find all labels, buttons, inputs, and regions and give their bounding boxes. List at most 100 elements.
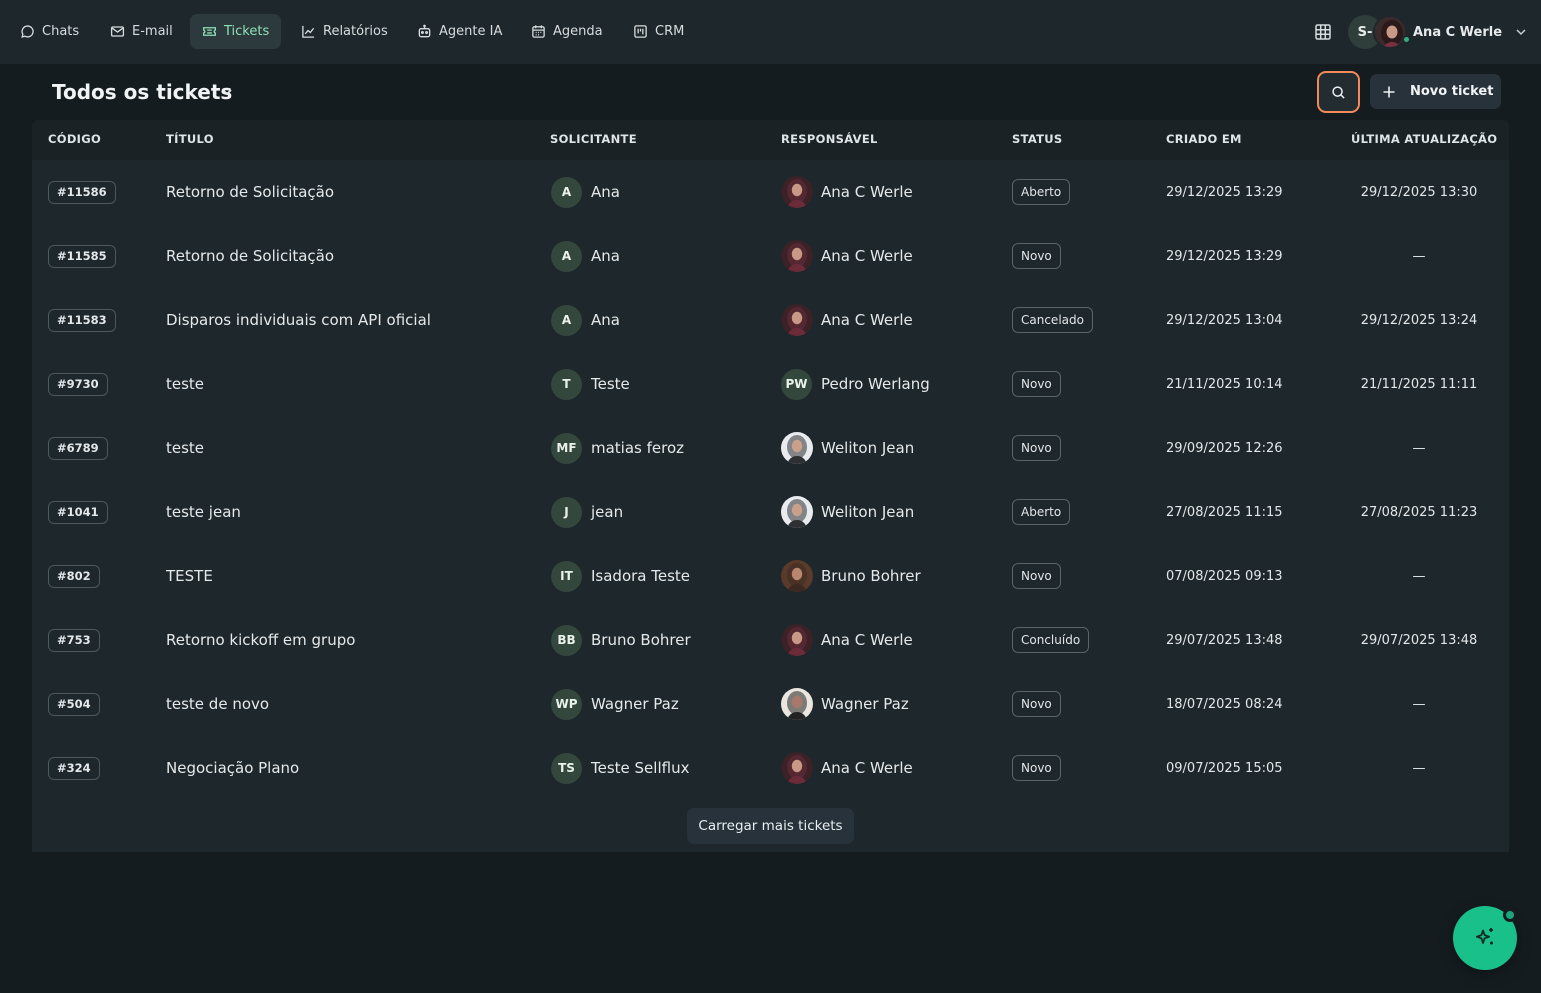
responsible-name: Ana C Werle	[821, 631, 913, 649]
column-header-code[interactable]: CÓDIGO	[48, 132, 101, 146]
table-row[interactable]: #324 Negociação Plano TS Teste Sellflux …	[32, 736, 1509, 800]
status-badge: Aberto	[1012, 179, 1071, 205]
new-ticket-label: Novo ticket	[1410, 84, 1494, 99]
page-title[interactable]: Todos os tickets	[52, 78, 232, 106]
ticket-code[interactable]: #802	[48, 564, 100, 588]
table-row[interactable]: #11586 Retorno de Solicitação A Ana Ana …	[32, 160, 1509, 224]
responsible-name: Ana C Werle	[821, 183, 913, 201]
created-date: 27/08/2025 11:15	[1166, 504, 1283, 520]
status-badge: Novo	[1012, 691, 1061, 717]
ticket-code[interactable]: #11585	[48, 244, 116, 268]
responsible-cell: PW Pedro Werlang	[781, 352, 930, 416]
column-header-responsible[interactable]: RESPONSÁVEL	[781, 132, 878, 146]
ticket-title[interactable]: Retorno kickoff em grupo	[166, 631, 355, 649]
plus-icon	[1383, 86, 1395, 97]
sparkles-icon	[1475, 928, 1493, 945]
table-row[interactable]: #504 teste de novo WP Wagner Paz Wagner …	[32, 672, 1509, 736]
nav-item-email[interactable]: E-mail	[98, 14, 185, 49]
created-date: 07/08/2025 09:13	[1166, 568, 1283, 584]
requester-name: Bruno Bohrer	[591, 631, 691, 649]
ticket-code[interactable]: #324	[48, 756, 100, 780]
ticket-title[interactable]: Disparos individuais com API oficial	[166, 311, 431, 329]
responsible-name: Ana C Werle	[821, 759, 913, 777]
ticket-code[interactable]: #11583	[48, 308, 116, 332]
updated-date: —	[1412, 568, 1426, 584]
nav-item-label: Chats	[42, 24, 80, 39]
online-status-dot	[1402, 35, 1411, 44]
requester-cell: A Ana	[551, 224, 620, 288]
ticket-code[interactable]: #9730	[48, 372, 108, 396]
requester-cell: A Ana	[551, 288, 620, 352]
updated-date: 29/12/2025 13:24	[1360, 312, 1478, 328]
column-header-status[interactable]: STATUS	[1012, 132, 1063, 146]
status-badge: Aberto	[1012, 499, 1071, 525]
ticket-title[interactable]: teste	[166, 439, 204, 457]
responsible-name: Ana C Werle	[821, 247, 913, 265]
requester-name: jean	[591, 503, 624, 521]
ticket-title[interactable]: Negociação Plano	[166, 759, 299, 777]
responsible-cell: Bruno Bohrer	[781, 544, 921, 608]
updated-date: 29/12/2025 13:30	[1360, 184, 1478, 200]
nav-item-agenda[interactable]: Agenda	[519, 14, 615, 49]
avatar	[1373, 15, 1407, 49]
ticket-code[interactable]: #504	[48, 692, 100, 716]
load-more-button[interactable]: Carregar mais tickets	[687, 808, 854, 844]
chevron-down-icon[interactable]	[219, 84, 235, 100]
requester-cell: TS Teste Sellflux	[551, 736, 689, 800]
avatar	[781, 624, 813, 656]
status-badge: Novo	[1012, 243, 1061, 269]
ticket-title[interactable]: Retorno de Solicitação	[166, 247, 334, 265]
chat-bubble-icon	[21, 25, 34, 38]
nav-item-tickets[interactable]: Tickets	[190, 14, 282, 49]
responsible-cell: Ana C Werle	[781, 224, 913, 288]
requester-cell: BB Bruno Bohrer	[551, 608, 691, 672]
table-row[interactable]: #6789 teste MF matias feroz Weliton Jean…	[32, 416, 1509, 480]
requester-name: Teste	[591, 375, 630, 393]
requester-cell: MF matias feroz	[551, 416, 684, 480]
table-row[interactable]: #802 TESTE IT Isadora Teste Bruno Bohrer…	[32, 544, 1509, 608]
nav-item-crm[interactable]: CRM	[621, 14, 696, 49]
ticket-code[interactable]: #6789	[48, 436, 108, 460]
ticket-title[interactable]: teste jean	[166, 503, 241, 521]
nav-item-agente-ia[interactable]: Agente IA	[405, 14, 514, 49]
responsible-cell: Weliton Jean	[781, 416, 914, 480]
created-date: 29/12/2025 13:29	[1166, 184, 1283, 200]
updated-date: —	[1412, 696, 1426, 712]
user-menu[interactable]: S- Ana C Werle	[1348, 14, 1528, 50]
table-row[interactable]: #1041 teste jean J jean Weliton Jean Abe…	[32, 480, 1509, 544]
ticket-title[interactable]: TESTE	[166, 567, 213, 585]
column-header-title[interactable]: TÍTULO	[166, 132, 214, 146]
avatar: BB	[551, 624, 582, 656]
grid-icon[interactable]	[1312, 21, 1334, 43]
nav-item-chats[interactable]: Chats	[8, 14, 91, 49]
table-row[interactable]: #11583 Disparos individuais com API ofic…	[32, 288, 1509, 352]
requester-cell: A Ana	[551, 160, 620, 224]
column-header-updated[interactable]: ÚLTIMA ATUALIZAÇÃO	[1351, 132, 1497, 146]
updated-date: 29/07/2025 13:48	[1360, 632, 1478, 648]
responsible-cell: Ana C Werle	[781, 288, 913, 352]
table-row[interactable]: #9730 teste T Teste PW Pedro Werlang Nov…	[32, 352, 1509, 416]
avatar	[781, 432, 813, 464]
table-row[interactable]: #753 Retorno kickoff em grupo BB Bruno B…	[32, 608, 1509, 672]
updated-date: —	[1412, 440, 1426, 456]
ticket-code[interactable]: #753	[48, 628, 100, 652]
nav-item-relatorios[interactable]: Relatórios	[289, 14, 400, 49]
column-header-requester[interactable]: SOLICITANTE	[550, 132, 637, 146]
requester-cell: J jean	[551, 480, 623, 544]
new-ticket-button[interactable]: Novo ticket	[1370, 74, 1501, 109]
avatar: PW	[781, 368, 812, 400]
requester-name: Isadora Teste	[591, 567, 691, 585]
tickets-table: CÓDIGO TÍTULO SOLICITANTE RESPONSÁVEL ST…	[32, 120, 1509, 852]
ticket-title[interactable]: teste de novo	[166, 695, 269, 713]
responsible-name: Ana C Werle	[821, 311, 913, 329]
avatar	[781, 304, 813, 336]
ticket-code[interactable]: #1041	[48, 500, 108, 524]
ticket-title[interactable]: Retorno de Solicitação	[166, 183, 334, 201]
ticket-code[interactable]: #11586	[48, 180, 116, 204]
avatar: A	[551, 176, 582, 208]
table-row[interactable]: #11585 Retorno de Solicitação A Ana Ana …	[32, 224, 1509, 288]
column-header-created[interactable]: CRIADO EM	[1166, 132, 1242, 146]
search-button[interactable]	[1317, 71, 1360, 113]
responsible-cell: Wagner Paz	[781, 672, 909, 736]
ticket-title[interactable]: teste	[166, 375, 204, 393]
